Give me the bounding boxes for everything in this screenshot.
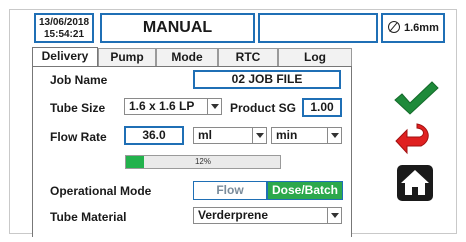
chevron-down-icon[interactable] [252, 128, 266, 143]
product-sg-label: Product SG [230, 101, 297, 115]
flow-rate-field[interactable]: 36.0 [124, 126, 184, 145]
tube-material-select[interactable]: Verderprene [193, 207, 342, 224]
flow-volume-unit-select[interactable]: ml [193, 127, 267, 144]
chevron-down-icon[interactable] [207, 99, 221, 114]
flow-time-unit-value: min [276, 128, 298, 142]
datetime-display: 13/06/2018 15:54:21 [34, 13, 94, 43]
progress-text: 12% [194, 157, 211, 166]
chevron-down-icon[interactable] [327, 208, 341, 223]
tube-size-badge-text: 1.6mm [404, 22, 439, 34]
tube-size-badge: 1.6mm [381, 13, 445, 43]
job-name-label: Job Name [50, 73, 108, 87]
product-sg-field[interactable]: 1.00 [302, 98, 342, 117]
back-arrow-icon[interactable] [395, 120, 435, 156]
tab-delivery[interactable]: Delivery [32, 47, 98, 67]
tube-size-label: Tube Size [50, 101, 106, 115]
delivery-progress-bar: 12% [125, 155, 281, 169]
home-icon[interactable] [396, 164, 434, 202]
tab-log[interactable]: Log [278, 48, 352, 66]
mode-dose-batch-option[interactable]: Dose/Batch [267, 181, 343, 200]
status-box [258, 13, 378, 43]
tab-pump[interactable]: Pump [98, 48, 156, 66]
flow-rate-label: Flow Rate [50, 130, 107, 144]
job-name-field[interactable]: 02 JOB FILE [193, 70, 341, 89]
tab-mode[interactable]: Mode [156, 48, 218, 66]
mode-flow-option[interactable]: Flow [193, 181, 267, 200]
mode-title: MANUAL [100, 13, 255, 43]
tube-size-select[interactable]: 1.6 x 1.6 LP [124, 98, 222, 115]
tube-material-value: Verderprene [198, 208, 269, 222]
diameter-icon [388, 21, 400, 33]
time-text: 15:54:21 [43, 29, 85, 40]
chevron-down-icon[interactable] [327, 128, 341, 143]
flow-time-unit-select[interactable]: min [271, 127, 342, 144]
tube-material-label: Tube Material [50, 210, 127, 224]
tab-rtc[interactable]: RTC [218, 48, 278, 66]
operational-mode-label: Operational Mode [50, 184, 152, 198]
date-text: 13/06/2018 [38, 17, 90, 28]
checkmark-icon[interactable] [392, 80, 440, 116]
flow-volume-unit-value: ml [198, 128, 213, 142]
tube-size-select-value: 1.6 x 1.6 LP [129, 99, 195, 113]
